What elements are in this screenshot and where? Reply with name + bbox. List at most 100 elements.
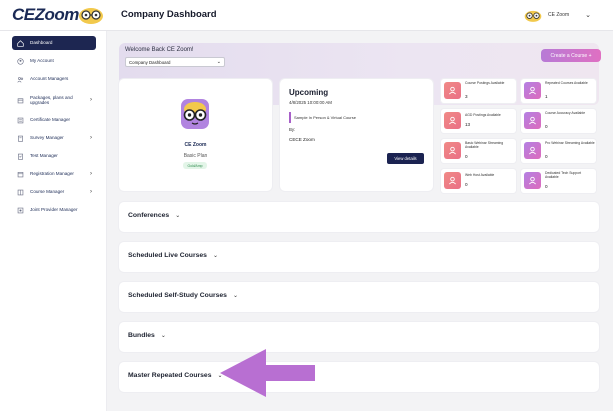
person-icon bbox=[524, 172, 541, 189]
stat-label: Course Accuracy Available bbox=[545, 111, 586, 115]
section-bundles[interactable]: Bundles ⌄ bbox=[119, 322, 599, 352]
chevron-down-icon[interactable]: ⌄ bbox=[233, 292, 238, 299]
stat-label: Web Host Available bbox=[465, 173, 495, 177]
chevron-right-icon: › bbox=[90, 171, 92, 177]
section-title-row: Scheduled Self-Study Courses ⌄ bbox=[128, 292, 238, 299]
sidebar-item-dashboard[interactable]: Dashboard bbox=[12, 36, 96, 50]
upcoming-date: 4/8/2025 10:00:00 AM bbox=[289, 100, 332, 105]
sidebar-item-label: Certificate Manager bbox=[30, 117, 71, 123]
stat-card: Basic Webinar Streaming Available 0 bbox=[441, 139, 516, 163]
sidebar-item-packages[interactable]: Packages, plans and upgrades › bbox=[12, 91, 96, 109]
users-icon bbox=[16, 75, 24, 83]
chevron-down-icon: ⌄ bbox=[216, 59, 221, 65]
person-icon bbox=[524, 142, 541, 159]
profile-name: CE Zoom bbox=[184, 142, 207, 148]
person-icon bbox=[524, 112, 541, 129]
section-title: Bundles bbox=[128, 332, 155, 339]
sidebar-item-label: Survey Manager bbox=[30, 135, 64, 141]
app-logo[interactable]: CEZoom bbox=[12, 5, 79, 25]
chevron-down-icon[interactable]: ⌄ bbox=[161, 332, 166, 339]
sidebar-item-label: Account Managers bbox=[30, 76, 69, 82]
stat-card: Dedicated Tech Support Available 0 bbox=[521, 169, 596, 193]
section-title: Conferences bbox=[128, 212, 170, 219]
stat-card: AGD Postings Available 13 bbox=[441, 109, 516, 133]
stat-value: 0 bbox=[545, 124, 548, 129]
certificate-icon bbox=[16, 116, 24, 124]
sidebar-item-label: Dashboard bbox=[30, 40, 53, 46]
section-scheduled-self-study-courses[interactable]: Scheduled Self-Study Courses ⌄ bbox=[119, 282, 599, 312]
sidebar-item-registration-manager[interactable]: Registration Manager › bbox=[12, 167, 96, 181]
chevron-right-icon: › bbox=[90, 135, 92, 141]
sidebar-item-account-managers[interactable]: Account Managers bbox=[12, 72, 96, 86]
survey-icon bbox=[16, 134, 24, 142]
dashboard-select[interactable]: Company Dashboard ⌄ bbox=[125, 57, 225, 67]
section-title: Master Repeated Courses bbox=[128, 372, 212, 379]
profile-card: CE Zoom Basic Plan Gold/Amp bbox=[119, 79, 272, 191]
section-master-repeated-courses[interactable]: Master Repeated Courses ⌄ bbox=[119, 362, 599, 392]
upcoming-card: Upcoming 4/8/2025 10:00:00 AM Sample In … bbox=[280, 79, 433, 191]
sidebar-item-my-account[interactable]: My Account bbox=[12, 54, 96, 68]
page-title: Company Dashboard bbox=[121, 9, 217, 20]
sidebar-item-test-manager[interactable]: Test Manager bbox=[12, 149, 96, 163]
sidebar: Dashboard My Account Account Managers Pa… bbox=[0, 31, 107, 411]
box-icon bbox=[16, 96, 24, 104]
main-content: Welcome Back CE Zoom! Company Dashboard … bbox=[106, 31, 613, 411]
stat-label: AGD Postings Available bbox=[465, 113, 501, 117]
stat-value: 0 bbox=[465, 182, 468, 187]
sidebar-item-survey-manager[interactable]: Survey Manager › bbox=[12, 131, 96, 145]
sidebar-item-course-manager[interactable]: Course Manager › bbox=[12, 185, 96, 199]
annotation-arrow bbox=[220, 349, 315, 397]
person-icon bbox=[444, 112, 461, 129]
stat-card: Course Accuracy Available 0 bbox=[521, 109, 596, 133]
upcoming-by-name: CECE Zoom bbox=[289, 137, 315, 142]
section-title: Scheduled Live Courses bbox=[128, 252, 207, 259]
view-details-button[interactable]: View details bbox=[387, 153, 424, 164]
stat-label: Pro Webinar Streaming Available bbox=[545, 141, 595, 145]
person-icon bbox=[524, 82, 541, 99]
sidebar-item-certificate-manager[interactable]: Certificate Manager bbox=[12, 113, 96, 127]
section-title-row: Conferences ⌄ bbox=[128, 212, 180, 219]
stat-value: 0 bbox=[545, 154, 548, 159]
stat-value: 13 bbox=[465, 122, 471, 127]
chevron-right-icon: › bbox=[90, 97, 92, 103]
section-title-row: Scheduled Live Courses ⌄ bbox=[128, 252, 218, 259]
user-menu[interactable]: CE Zoom ⌄ bbox=[524, 6, 591, 24]
sidebar-item-label: Joint Provider Manager bbox=[30, 207, 78, 213]
person-icon bbox=[444, 172, 461, 189]
chevron-down-icon[interactable]: ⌄ bbox=[175, 212, 180, 219]
top-bar: CEZoom Company Dashboard CE Zoom ⌄ bbox=[0, 0, 613, 31]
section-title-row: Bundles ⌄ bbox=[128, 332, 166, 339]
test-icon bbox=[16, 152, 24, 160]
owl-glasses-icon bbox=[79, 8, 103, 24]
chevron-down-icon[interactable]: ⌄ bbox=[585, 11, 591, 19]
stat-label: Basic Webinar Streaming Available bbox=[465, 141, 504, 150]
user-circle-icon bbox=[16, 57, 24, 65]
owl-glasses-icon bbox=[181, 99, 209, 129]
profile-plan: Basic Plan bbox=[183, 153, 208, 159]
stat-card: Course Postings Available 3 bbox=[441, 79, 516, 103]
upcoming-course[interactable]: Sample In Person & Virtual Course bbox=[289, 112, 356, 123]
sidebar-item-label: Course Manager bbox=[30, 189, 65, 195]
stat-card: Pro Webinar Streaming Available 0 bbox=[521, 139, 596, 163]
user-name: CE Zoom bbox=[548, 12, 570, 18]
person-icon bbox=[444, 142, 461, 159]
sidebar-item-label: Packages, plans and upgrades bbox=[30, 94, 73, 106]
create-course-button[interactable]: Create a Course + bbox=[541, 49, 601, 62]
section-title-row: Master Repeated Courses ⌄ bbox=[128, 372, 223, 379]
stat-value: 1 bbox=[545, 94, 548, 99]
sidebar-item-joint-provider-manager[interactable]: Joint Provider Manager bbox=[12, 203, 96, 217]
plan-badge: Gold/Amp bbox=[183, 162, 207, 169]
home-icon bbox=[16, 39, 24, 47]
section-conferences[interactable]: Conferences ⌄ bbox=[119, 202, 599, 232]
person-icon bbox=[444, 82, 461, 99]
dashboard-select-value: Company Dashboard bbox=[129, 59, 171, 65]
owl-glasses-icon bbox=[524, 10, 542, 22]
section-scheduled-live-courses[interactable]: Scheduled Live Courses ⌄ bbox=[119, 242, 599, 272]
stat-label: Course Postings Available bbox=[465, 81, 505, 85]
course-icon bbox=[16, 188, 24, 196]
chevron-down-icon[interactable]: ⌄ bbox=[213, 252, 218, 259]
registration-icon bbox=[16, 170, 24, 178]
stat-card: Web Host Available 0 bbox=[441, 169, 516, 193]
stat-value: 0 bbox=[545, 184, 548, 189]
section-title: Scheduled Self-Study Courses bbox=[128, 292, 227, 299]
